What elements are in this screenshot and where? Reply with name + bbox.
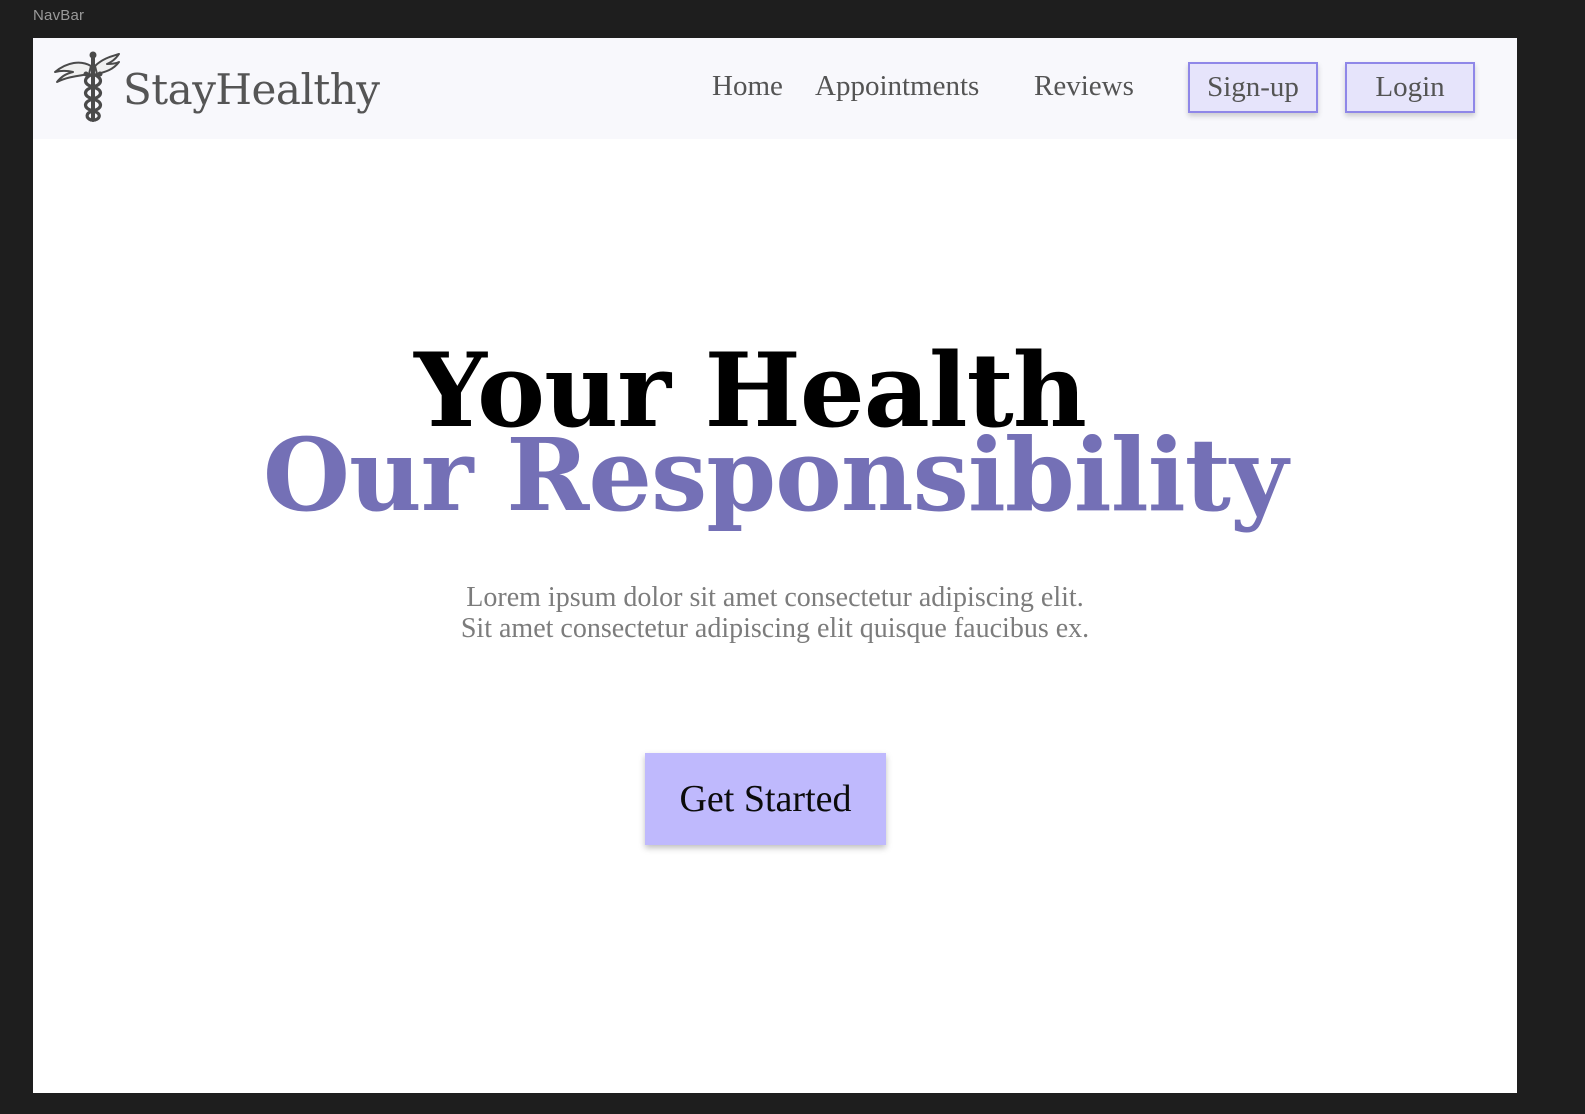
hero-subtitle-line2: Sit amet consectetur adipiscing elit qui…: [460, 613, 1090, 644]
hero-title-line2: Our Responsibility: [262, 416, 1288, 534]
caduceus-icon: [54, 51, 120, 122]
hero-subtitle-line1: Lorem ipsum dolor sit amet consectetur a…: [466, 582, 1084, 613]
get-started-button[interactable]: Get Started: [645, 753, 886, 845]
brand-logo[interactable]: StayHealthy: [53, 50, 380, 124]
brand-name: StayHealthy: [123, 65, 380, 114]
navbar: StayHealthy Home Appointments Reviews Si…: [33, 38, 1517, 139]
page-artboard: StayHealthy Home Appointments Reviews Si…: [33, 38, 1517, 1093]
hero-subtitle: Lorem ipsum dolor sit amet consectetur a…: [33, 582, 1517, 644]
nav-link-home[interactable]: Home: [712, 72, 783, 101]
login-button[interactable]: Login: [1345, 62, 1475, 113]
nav-link-appointments[interactable]: Appointments: [815, 72, 979, 101]
signup-button[interactable]: Sign-up: [1188, 62, 1318, 113]
frame-label: NavBar: [33, 7, 85, 24]
nav-link-reviews[interactable]: Reviews: [1034, 72, 1134, 101]
